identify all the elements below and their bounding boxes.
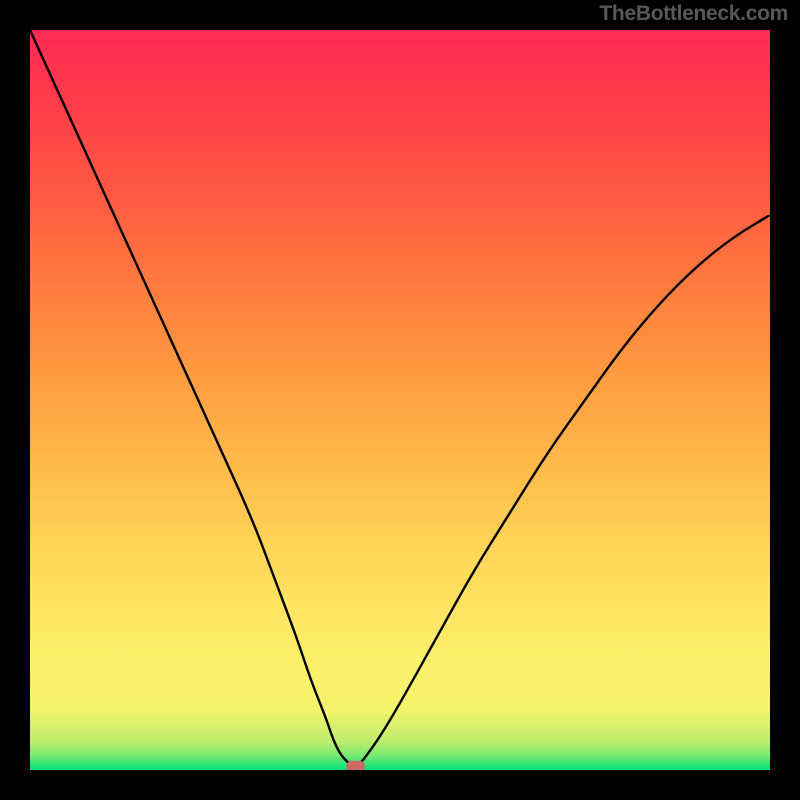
chart-svg xyxy=(30,30,770,770)
optimum-marker xyxy=(346,761,365,770)
watermark-label: TheBottleneck.com xyxy=(599,2,788,26)
gradient-background xyxy=(30,30,770,770)
chart-frame: TheBottleneck.com xyxy=(0,0,800,800)
plot-area xyxy=(30,30,770,770)
